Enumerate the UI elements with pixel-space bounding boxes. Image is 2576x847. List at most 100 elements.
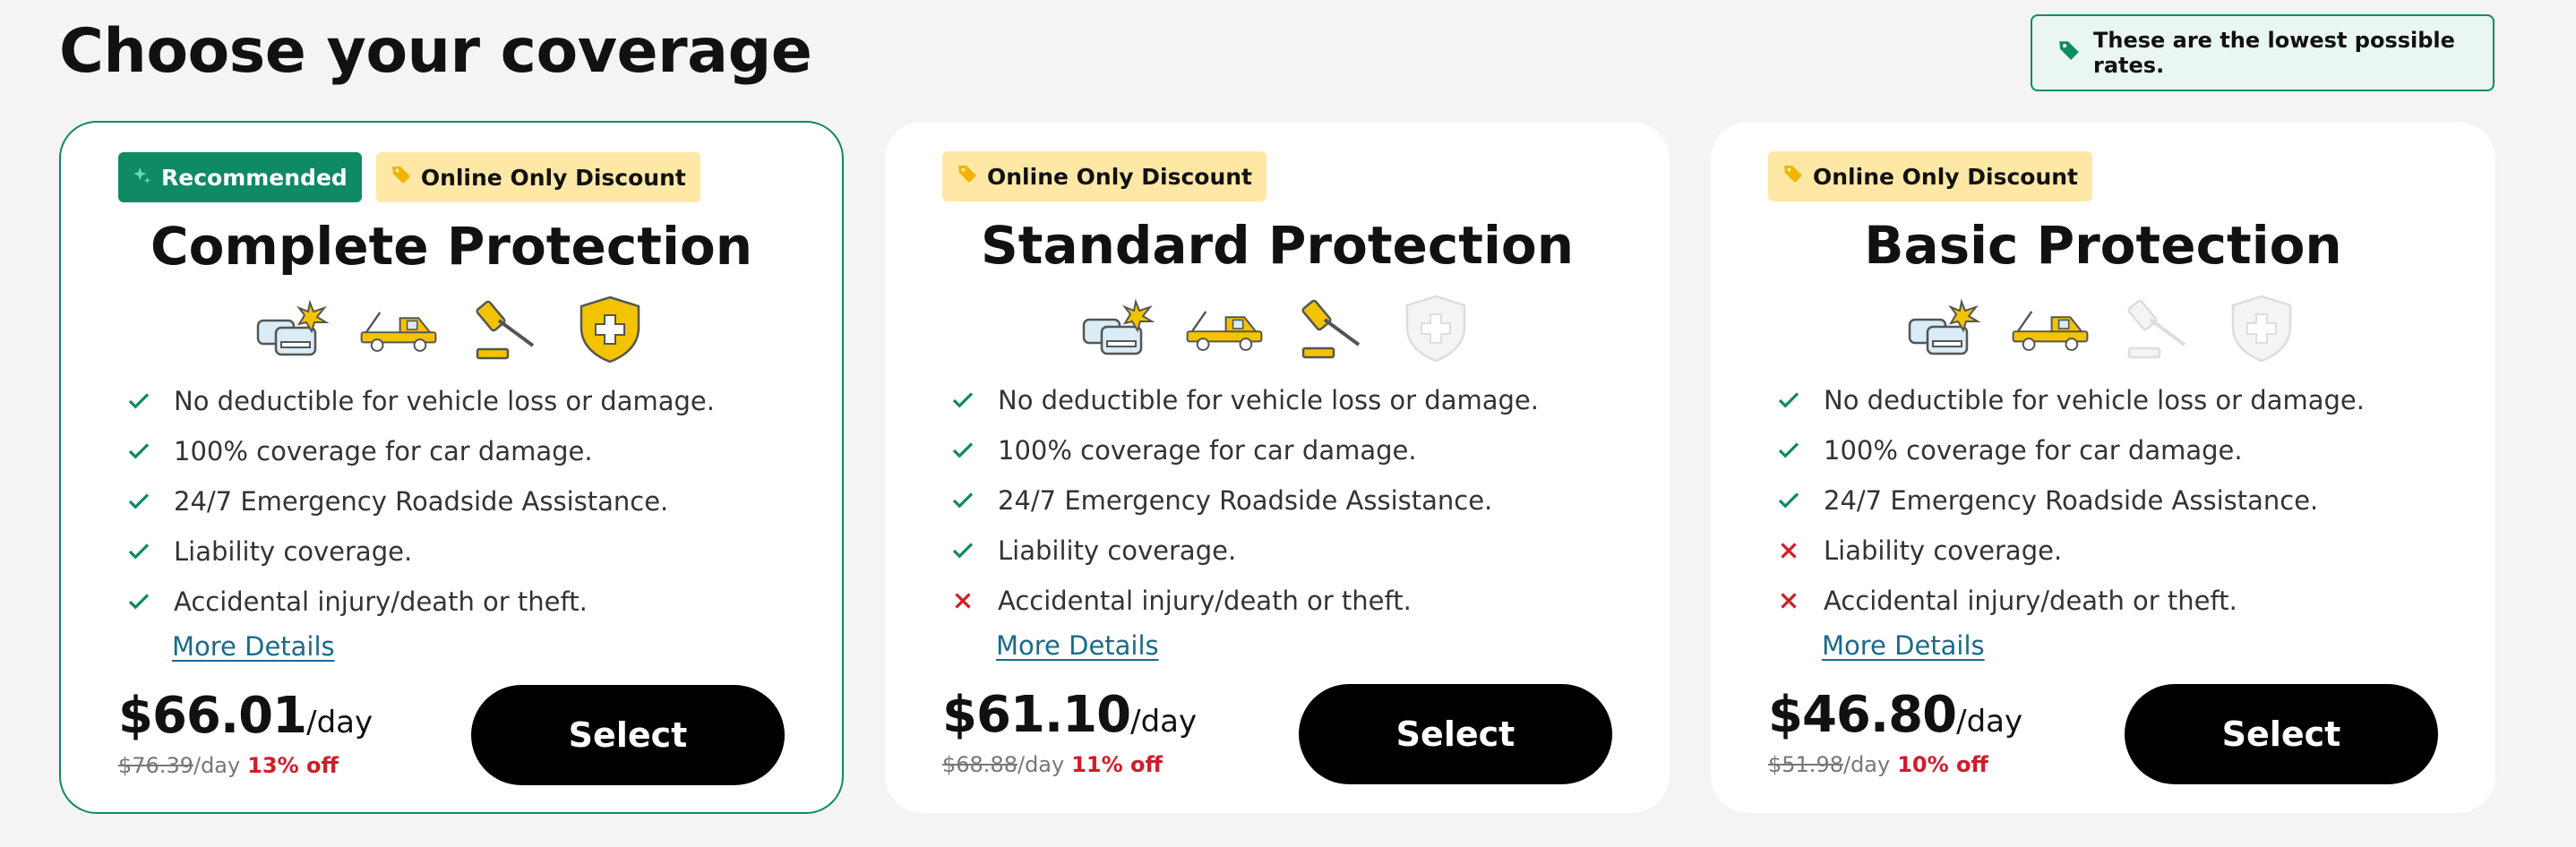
feature-text: 24/7 Emergency Roadside Assistance. (998, 485, 1493, 516)
feature-item: Liability coverage. (1775, 526, 2365, 576)
feature-item: 24/7 Emergency Roadside Assistance. (949, 475, 1539, 526)
page-title: Choose your coverage (59, 16, 812, 87)
feature-text: Liability coverage. (174, 536, 413, 567)
check-icon (125, 488, 174, 515)
recommended-badge: Recommended (118, 152, 362, 202)
original-price: $51.98/day 10% off (1768, 752, 1988, 777)
check-icon (949, 537, 998, 564)
feature-text: No deductible for vehicle loss or damage… (998, 385, 1539, 415)
more-details-link[interactable]: More Details (1822, 630, 1985, 661)
online-discount-badge: Online Only Discount (1768, 151, 2093, 201)
online-discount-label: Online Only Discount (987, 163, 1253, 190)
feature-item: 100% coverage for car damage. (949, 425, 1539, 475)
discount-percent: 13% off (247, 753, 339, 778)
price: $46.80 /day (1768, 686, 2022, 744)
feature-list: No deductible for vehicle loss or damage… (125, 376, 715, 627)
gavel-icon (466, 291, 543, 368)
discount-percent: 10% off (1897, 752, 1988, 777)
select-button[interactable]: Select (1299, 684, 1612, 784)
check-icon (949, 437, 998, 464)
check-icon (125, 388, 174, 415)
feature-text: 24/7 Emergency Roadside Assistance. (1824, 485, 2319, 516)
feature-item: Accidental injury/death or theft. (125, 577, 715, 627)
coverage-icons (61, 289, 842, 370)
discount-percent: 11% off (1071, 752, 1163, 777)
check-icon (125, 588, 174, 615)
coverage-icons (1711, 288, 2495, 369)
check-icon (125, 538, 174, 565)
feature-item: 100% coverage for car damage. (125, 426, 715, 476)
plan-title: Standard Protection (980, 215, 1575, 276)
price-unit: /day (306, 705, 374, 740)
old-price-amount: $68.88 (942, 752, 1018, 777)
price-amount: $61.10 (942, 686, 1131, 744)
tow-truck-icon (1186, 290, 1263, 367)
feature-text: 100% coverage for car damage. (174, 436, 593, 466)
price: $66.01 /day (118, 687, 373, 745)
car-collision-icon (254, 291, 331, 368)
feature-item: Accidental injury/death or theft. (1775, 576, 2365, 626)
feature-text: 24/7 Emergency Roadside Assistance. (174, 486, 669, 517)
x-icon (1775, 587, 1824, 614)
price-amount: $46.80 (1768, 686, 1957, 744)
check-icon (949, 487, 998, 514)
original-price: $68.88/day 11% off (942, 752, 1163, 777)
feature-text: No deductible for vehicle loss or damage… (174, 386, 715, 416)
more-details-link[interactable]: More Details (996, 630, 1159, 661)
medical-shield-icon (571, 291, 648, 368)
medical-shield-icon (2223, 290, 2300, 367)
feature-item: 24/7 Emergency Roadside Assistance. (125, 476, 715, 526)
old-price-amount: $51.98 (1768, 752, 1843, 777)
feature-list: No deductible for vehicle loss or damage… (949, 375, 1539, 626)
plan-card-standard: Online Only Discount Standard Protection… (885, 122, 1670, 813)
coverage-icons (885, 288, 1670, 369)
feature-item: No deductible for vehicle loss or damage… (125, 376, 715, 426)
check-icon (125, 438, 174, 465)
feature-item: 100% coverage for car damage. (1775, 425, 2365, 475)
feature-text: Liability coverage. (998, 535, 1237, 566)
old-price-unit: /day (193, 753, 241, 778)
price-unit: /day (1956, 704, 2023, 740)
feature-item: Accidental injury/death or theft. (949, 576, 1539, 626)
x-icon (1775, 537, 1824, 564)
feature-text: 100% coverage for car damage. (998, 435, 1417, 466)
x-icon (949, 587, 998, 614)
online-discount-label: Online Only Discount (420, 164, 686, 191)
plan-title: Complete Protection (150, 216, 752, 277)
car-collision-icon (1080, 290, 1157, 367)
check-icon (1775, 487, 1824, 514)
feature-text: Accidental injury/death or theft. (1824, 586, 2237, 616)
old-price-amount: $76.39 (118, 753, 193, 778)
more-details-link[interactable]: More Details (172, 631, 335, 662)
tow-truck-icon (360, 291, 437, 368)
online-discount-badge: Online Only Discount (375, 152, 700, 202)
feature-item: No deductible for vehicle loss or damage… (949, 375, 1539, 425)
online-discount-label: Online Only Discount (1813, 163, 2079, 190)
check-icon (1775, 437, 1824, 464)
feature-text: No deductible for vehicle loss or damage… (1824, 385, 2365, 415)
feature-item: 24/7 Emergency Roadside Assistance. (1775, 475, 2365, 526)
gavel-icon (2117, 290, 2194, 367)
price-tag-icon (391, 164, 412, 191)
lowest-rates-notice: These are the lowest possible rates. (2031, 14, 2494, 91)
feature-text: Accidental injury/death or theft. (174, 586, 588, 617)
lowest-rates-text: These are the lowest possible rates. (2093, 28, 2455, 78)
feature-list: No deductible for vehicle loss or damage… (1775, 375, 2365, 626)
price-amount: $66.01 (118, 687, 307, 745)
feature-text: 100% coverage for car damage. (1824, 435, 2243, 466)
price: $61.10 /day (942, 686, 1197, 744)
medical-shield-icon (1397, 290, 1474, 367)
original-price: $76.39/day 13% off (118, 753, 339, 778)
sparkle-icon (133, 165, 152, 191)
plan-title: Basic Protection (1864, 215, 2342, 276)
feature-text: Accidental injury/death or theft. (998, 586, 1412, 616)
online-discount-badge: Online Only Discount (942, 151, 1267, 201)
select-button[interactable]: Select (471, 685, 785, 785)
feature-item: Liability coverage. (125, 526, 715, 577)
check-icon (949, 387, 998, 414)
plan-card-basic: Online Only Discount Basic Protection No… (1711, 122, 2495, 813)
select-button[interactable]: Select (2125, 684, 2438, 784)
check-icon (1775, 387, 1824, 414)
car-collision-icon (1906, 290, 1983, 367)
old-price-unit: /day (1842, 752, 1891, 777)
